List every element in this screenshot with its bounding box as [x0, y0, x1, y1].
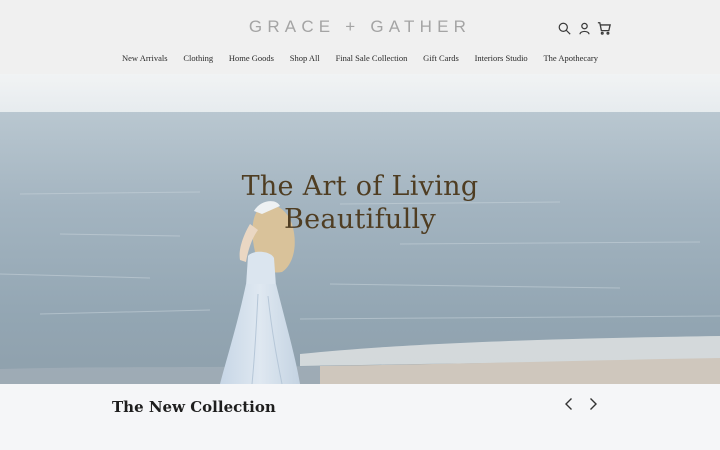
search-icon[interactable] [556, 20, 572, 36]
nav-item-new-arrivals[interactable]: New Arrivals [114, 53, 175, 63]
hero-title-line-1: The Art of Living [241, 171, 479, 202]
nav-item-shop-all[interactable]: Shop All [282, 53, 328, 63]
cart-icon[interactable] [596, 20, 612, 36]
hero-title-line-2: Beautifully [284, 204, 436, 235]
nav-item-final-sale[interactable]: Final Sale Collection [328, 53, 416, 63]
user-icon[interactable] [576, 20, 592, 36]
nav-item-gift-cards[interactable]: Gift Cards [415, 53, 466, 63]
brand-logo[interactable]: GRACE + GATHER [0, 17, 720, 37]
section-title: The New Collection [112, 398, 276, 416]
chevron-left-icon[interactable] [561, 396, 577, 412]
nav-item-apothecary[interactable]: The Apothecary [536, 53, 606, 63]
main-nav: New Arrivals Clothing Home Goods Shop Al… [0, 53, 720, 63]
chevron-right-icon[interactable] [585, 396, 601, 412]
header-icons [556, 20, 612, 36]
nav-item-clothing[interactable]: Clothing [175, 53, 221, 63]
nav-item-home-goods[interactable]: Home Goods [221, 53, 282, 63]
hero-banner[interactable]: The Art of Living Beautifully [0, 74, 720, 384]
new-collection-section: The New Collection [0, 384, 720, 450]
hero-title: The Art of Living Beautifully [0, 170, 720, 236]
nav-item-interiors-studio[interactable]: Interiors Studio [467, 53, 536, 63]
site-header: GRACE + GATHER New Arrivals Clothing Hom… [0, 0, 720, 74]
